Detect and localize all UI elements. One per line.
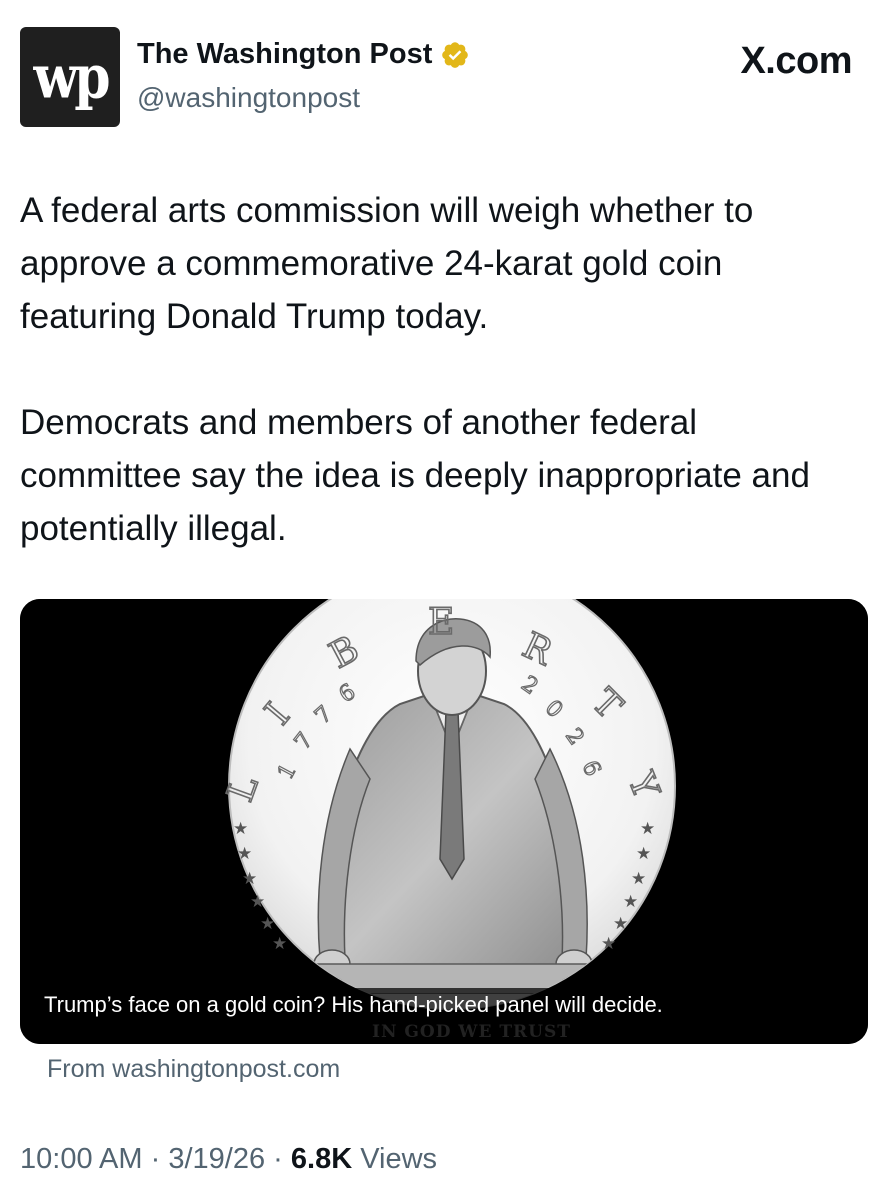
display-name[interactable]: The Washington Post (137, 38, 432, 71)
link-card-source[interactable]: From washingtonpost.com (47, 1055, 340, 1084)
account-name-row: The Washington Post (137, 38, 470, 71)
tweet-date[interactable]: 3/19/26 (168, 1143, 265, 1175)
coin-image: L I B E R T Y 1 7 7 6 2 0 2 6 ★★★ ★★★ ★★… (20, 599, 868, 1044)
tweet-time[interactable]: 10:00 AM (20, 1143, 143, 1175)
svg-text:★: ★ (260, 914, 275, 934)
coin-motto: IN GOD WE TRUST (372, 1022, 571, 1042)
avatar[interactable]: wp (20, 27, 120, 127)
account-handle[interactable]: @washingtonpost (137, 82, 360, 114)
site-label: X.com (740, 40, 852, 82)
svg-text:★: ★ (233, 819, 248, 839)
tweet-paragraph: A federal arts commission will weigh whe… (20, 191, 754, 336)
svg-text:★: ★ (640, 819, 655, 839)
svg-text:★: ★ (613, 914, 628, 934)
tweet-paragraph: Democrats and members of another federal… (20, 403, 810, 548)
washington-post-logo-icon: wp (33, 41, 110, 113)
svg-text:★: ★ (250, 892, 265, 912)
svg-text:★: ★ (636, 844, 651, 864)
verified-badge-icon (442, 41, 469, 68)
link-card-caption: Trump’s face on a gold coin? His hand-pi… (36, 988, 671, 1022)
link-card[interactable]: L I B E R T Y 1 7 7 6 2 0 2 6 ★ ★ ★ ★ ★ ★ ★ ★… (20, 599, 868, 1044)
views-count: 6.8K (290, 1143, 353, 1175)
svg-text:★: ★ (237, 844, 252, 864)
meta-separator: · (273, 1143, 283, 1175)
svg-text:★: ★ (242, 869, 257, 889)
tweet-text: A federal arts commission will weigh whe… (20, 184, 860, 555)
tweet-meta: 10:00 AM · 3/19/26 · 6.8K Views (20, 1143, 437, 1176)
meta-separator: · (150, 1143, 161, 1175)
svg-text:★: ★ (272, 934, 287, 954)
svg-text:★: ★ (623, 892, 638, 912)
views-label: Views (360, 1143, 438, 1175)
coin-letter: E (428, 602, 454, 643)
svg-text:★: ★ (631, 869, 646, 889)
svg-text:★: ★ (601, 934, 616, 954)
